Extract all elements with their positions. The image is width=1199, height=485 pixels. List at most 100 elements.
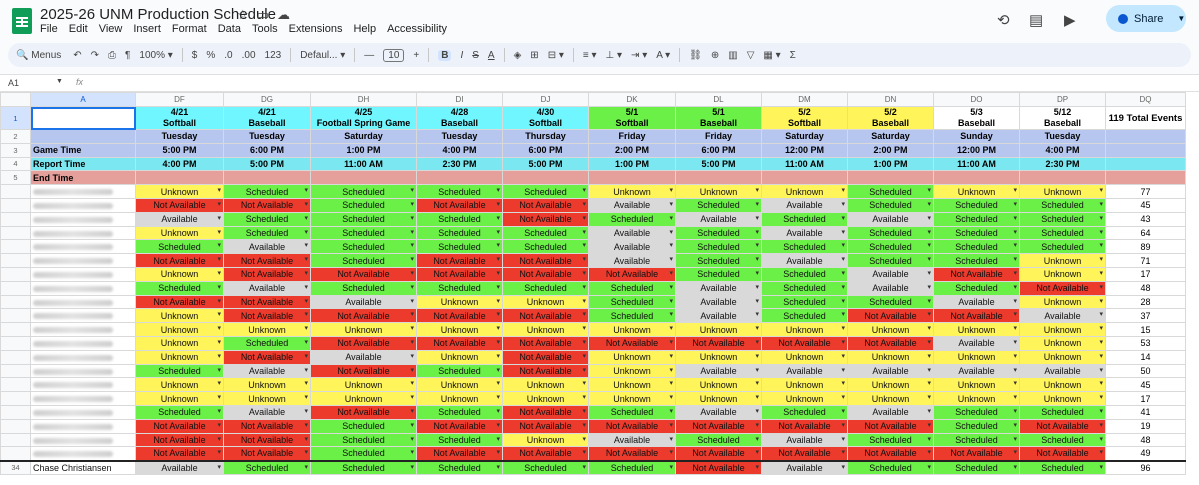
availability-dropdown[interactable]: Scheduled: [416, 363, 503, 379]
availability-dropdown[interactable]: Unknown: [1019, 184, 1106, 199]
availability-dropdown[interactable]: Not Available: [761, 335, 848, 351]
availability-dropdown[interactable]: Unknown: [588, 391, 676, 406]
availability-dropdown[interactable]: Scheduled: [675, 432, 762, 448]
availability-dropdown[interactable]: Unknown: [1019, 253, 1106, 268]
availability-dropdown[interactable]: Scheduled: [933, 460, 1020, 475]
availability-dropdown[interactable]: Not Available: [416, 197, 503, 213]
availability-dropdown[interactable]: Unknown: [502, 294, 589, 310]
availability-dropdown[interactable]: Scheduled: [588, 404, 676, 420]
availability-dropdown[interactable]: Unknown: [675, 322, 762, 337]
blank-cell[interactable]: [1105, 156, 1186, 172]
availability-dropdown[interactable]: Not Available: [310, 308, 417, 324]
availability-dropdown[interactable]: Not Available: [675, 446, 762, 462]
event-report-time[interactable]: 11:00 AM: [310, 156, 417, 172]
availability-dropdown[interactable]: Scheduled: [761, 239, 848, 255]
event-count[interactable]: 48: [1105, 280, 1186, 296]
availability-dropdown[interactable]: Scheduled: [135, 404, 224, 420]
event-end-time[interactable]: [502, 170, 589, 186]
event-report-time[interactable]: 5:00 PM: [223, 156, 311, 172]
row-number[interactable]: [0, 308, 31, 324]
event-end-time[interactable]: [761, 170, 848, 186]
row-number[interactable]: [0, 239, 31, 255]
event-header[interactable]: 5/1 Softball: [588, 106, 676, 130]
blank-cell[interactable]: [1105, 142, 1186, 158]
event-header[interactable]: 4/25 Football Spring Game: [310, 106, 417, 130]
person-name[interactable]: [30, 322, 136, 337]
availability-dropdown[interactable]: Not Available: [675, 460, 762, 475]
event-header[interactable]: 5/1 Baseball: [675, 106, 762, 130]
row-number[interactable]: [0, 377, 31, 393]
availability-dropdown[interactable]: Available: [223, 280, 311, 296]
availability-dropdown[interactable]: Scheduled: [223, 184, 311, 199]
availability-dropdown[interactable]: Available: [761, 363, 848, 379]
availability-dropdown[interactable]: Unknown: [310, 377, 417, 393]
availability-dropdown[interactable]: Available: [588, 239, 676, 255]
meet-icon[interactable]: ▶: [1064, 11, 1076, 29]
availability-dropdown[interactable]: Scheduled: [502, 239, 589, 255]
availability-dropdown[interactable]: Not Available: [310, 363, 417, 379]
bold-button[interactable]: B: [438, 49, 452, 61]
corner-cell[interactable]: [0, 92, 31, 107]
availability-dropdown[interactable]: Scheduled: [502, 225, 589, 241]
availability-dropdown[interactable]: Scheduled: [761, 404, 848, 420]
availability-dropdown[interactable]: Available: [933, 294, 1020, 310]
availability-dropdown[interactable]: Scheduled: [1019, 460, 1106, 475]
availability-dropdown[interactable]: Available: [675, 294, 762, 310]
event-day[interactable]: Tuesday: [1019, 129, 1106, 144]
availability-dropdown[interactable]: Scheduled: [847, 197, 934, 213]
text-color-button[interactable]: A: [488, 50, 495, 61]
person-name[interactable]: [30, 253, 136, 268]
availability-dropdown[interactable]: Scheduled: [502, 184, 589, 199]
availability-dropdown[interactable]: Scheduled: [416, 239, 503, 255]
availability-dropdown[interactable]: Unknown: [502, 322, 589, 337]
availability-dropdown[interactable]: Scheduled: [933, 225, 1020, 241]
availability-dropdown[interactable]: Available: [675, 363, 762, 379]
menus-search[interactable]: 🔍 Menus: [16, 50, 61, 61]
person-name[interactable]: [30, 363, 136, 379]
availability-dropdown[interactable]: Unknown: [1019, 377, 1106, 393]
availability-dropdown[interactable]: Not Available: [223, 308, 311, 324]
name-box[interactable]: A1: [8, 78, 19, 88]
event-count[interactable]: 37: [1105, 308, 1186, 324]
decrease-decimal-button[interactable]: .0: [224, 50, 232, 61]
availability-dropdown[interactable]: Not Available: [761, 446, 848, 462]
availability-dropdown[interactable]: Unknown: [223, 391, 311, 406]
person-name[interactable]: [30, 432, 136, 448]
availability-dropdown[interactable]: Not Available: [1019, 280, 1106, 296]
event-day[interactable]: Friday: [588, 129, 676, 144]
row-number[interactable]: [0, 322, 31, 337]
event-report-time[interactable]: 5:00 PM: [502, 156, 589, 172]
availability-dropdown[interactable]: Unknown: [1019, 294, 1106, 310]
menu-tools[interactable]: Tools: [252, 23, 278, 35]
availability-dropdown[interactable]: Scheduled: [761, 211, 848, 227]
row-number[interactable]: 5: [0, 170, 31, 186]
event-day[interactable]: Tuesday: [135, 129, 224, 144]
event-game-time[interactable]: 2:00 PM: [847, 142, 934, 158]
availability-dropdown[interactable]: Scheduled: [310, 432, 417, 448]
comments-icon[interactable]: ▤: [1029, 11, 1043, 29]
person-name[interactable]: [30, 335, 136, 351]
availability-dropdown[interactable]: Unknown: [588, 184, 676, 199]
column-header[interactable]: DP: [1019, 92, 1106, 107]
availability-dropdown[interactable]: Scheduled: [933, 239, 1020, 255]
merge-cells-icon[interactable]: ⊟ ▾: [548, 50, 564, 61]
row-number[interactable]: 1: [0, 106, 31, 130]
event-header[interactable]: 5/12 Baseball: [1019, 106, 1106, 130]
availability-dropdown[interactable]: Not Available: [847, 418, 934, 434]
column-header[interactable]: DF: [135, 92, 224, 107]
availability-dropdown[interactable]: Available: [675, 404, 762, 420]
availability-dropdown[interactable]: Unknown: [416, 391, 503, 406]
availability-dropdown[interactable]: Available: [223, 363, 311, 379]
availability-dropdown[interactable]: Not Available: [135, 418, 224, 434]
row-number[interactable]: [0, 418, 31, 434]
event-end-time[interactable]: [135, 170, 224, 186]
event-count[interactable]: 17: [1105, 391, 1186, 406]
availability-dropdown[interactable]: Not Available: [588, 335, 676, 351]
spreadsheet-grid[interactable]: A DF DG DH DI DJ DK DL DM DN DO DP DQ 1 4/21 Softball 4/…: [0, 92, 1199, 485]
availability-dropdown[interactable]: Not Available: [933, 446, 1020, 462]
availability-dropdown[interactable]: Unknown: [933, 184, 1020, 199]
availability-dropdown[interactable]: Available: [1019, 308, 1106, 324]
availability-dropdown[interactable]: Available: [135, 211, 224, 227]
availability-dropdown[interactable]: Unknown: [1019, 322, 1106, 337]
event-count[interactable]: 28: [1105, 294, 1186, 310]
